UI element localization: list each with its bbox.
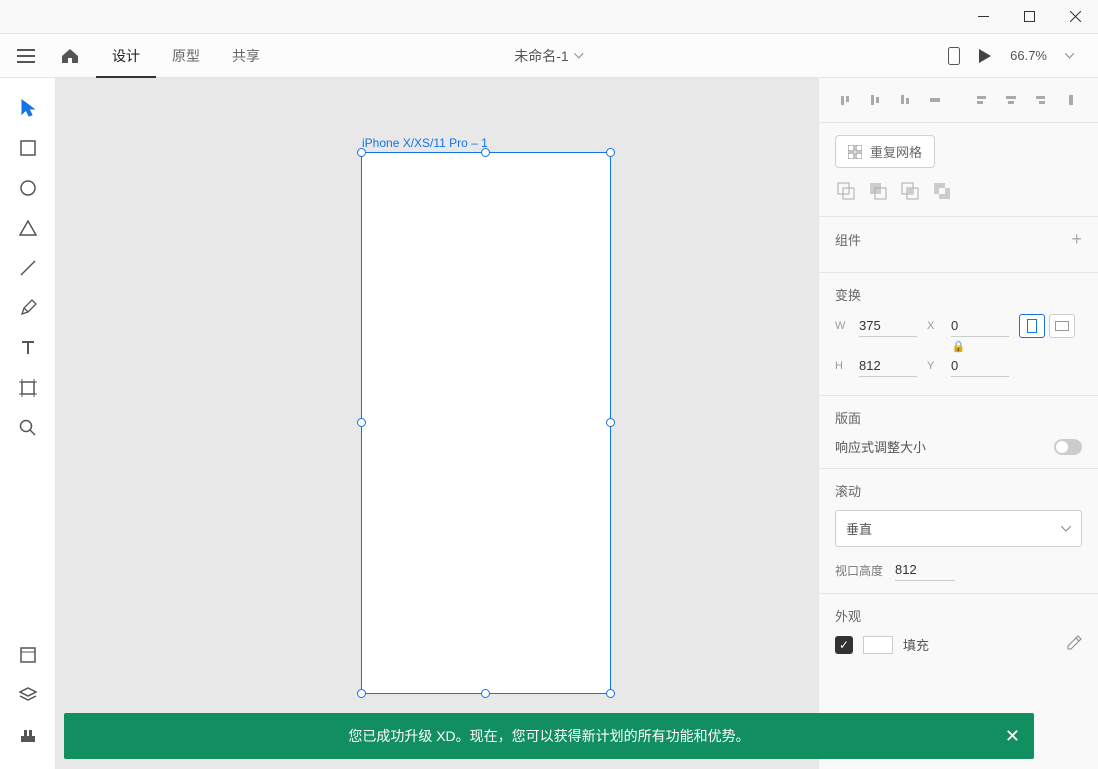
home-button[interactable] — [48, 34, 92, 78]
scroll-section: 滚动 垂直 视口高度 — [819, 468, 1098, 593]
y-label: Y — [927, 360, 941, 372]
polygon-tool[interactable] — [0, 208, 56, 248]
layout-section: 版面 响应式调整大小 — [819, 395, 1098, 468]
align-controls — [819, 78, 1098, 123]
height-input[interactable] — [859, 355, 917, 377]
resize-handle[interactable] — [606, 689, 615, 698]
responsive-label: 响应式调整大小 — [835, 437, 926, 456]
zoom-tool[interactable] — [0, 408, 56, 448]
plugins-panel-button[interactable] — [0, 715, 56, 755]
tools-sidebar — [0, 78, 56, 769]
tab-design[interactable]: 设计 — [96, 34, 156, 78]
ellipse-tool[interactable] — [0, 168, 56, 208]
boolean-ops — [819, 180, 1098, 216]
transform-section: 变换 W X 🔒 H Y — [819, 272, 1098, 395]
repeat-grid-label: 重复网格 — [870, 142, 922, 161]
fill-color-swatch[interactable] — [863, 636, 893, 654]
chevron-down-icon — [1061, 526, 1071, 532]
minimize-button[interactable] — [960, 0, 1006, 34]
eyedropper-button[interactable] — [1066, 635, 1082, 654]
viewport-height-input[interactable] — [895, 559, 955, 581]
component-section: 组件 + — [819, 216, 1098, 272]
align-vcenter-button[interactable] — [861, 86, 889, 114]
text-tool[interactable] — [0, 328, 56, 368]
component-header: 组件 — [835, 230, 861, 249]
portrait-button[interactable] — [1019, 314, 1045, 338]
properties-panel: 重复网格 组件 + 变换 W X — [818, 78, 1098, 769]
add-component-button[interactable]: + — [1071, 229, 1082, 250]
window-titlebar — [0, 0, 1098, 34]
align-bottom-button[interactable] — [891, 86, 919, 114]
viewport-height-label: 视口高度 — [835, 562, 883, 579]
width-label: W — [835, 320, 849, 332]
tab-prototype[interactable]: 原型 — [156, 34, 216, 78]
intersect-button[interactable] — [899, 180, 921, 202]
landscape-button[interactable] — [1049, 314, 1075, 338]
play-button[interactable] — [978, 48, 992, 64]
pen-tool[interactable] — [0, 288, 56, 328]
select-tool[interactable] — [0, 88, 56, 128]
resize-handle[interactable] — [357, 689, 366, 698]
grid-icon — [848, 145, 862, 159]
x-input[interactable] — [951, 315, 1009, 337]
y-input[interactable] — [951, 355, 1009, 377]
assets-panel-button[interactable] — [0, 635, 56, 675]
resize-handle[interactable] — [481, 689, 490, 698]
layout-header: 版面 — [835, 408, 861, 427]
resize-handle[interactable] — [606, 148, 615, 157]
canvas[interactable]: iPhone X/XS/11 Pro – 1 — [56, 78, 818, 769]
artboard-label[interactable]: iPhone X/XS/11 Pro – 1 — [362, 136, 488, 150]
transform-header: 变换 — [835, 285, 861, 304]
align-right-button[interactable] — [1027, 86, 1055, 114]
scroll-mode-select[interactable]: 垂直 — [835, 510, 1082, 547]
fill-checkbox[interactable]: ✓ — [835, 636, 853, 654]
mode-tabs: 设计 原型 共享 — [96, 34, 276, 78]
x-label: X — [927, 320, 941, 332]
align-top-button[interactable] — [831, 86, 859, 114]
rectangle-tool[interactable] — [0, 128, 56, 168]
artboard-tool[interactable] — [0, 368, 56, 408]
maximize-button[interactable] — [1006, 0, 1052, 34]
resize-handle[interactable] — [481, 148, 490, 157]
upgrade-notification: 您已成功升级 XD。现在，您可以获得新计划的所有功能和优势。 ✕ — [64, 713, 1034, 759]
close-button[interactable] — [1052, 0, 1098, 34]
document-title-text: 未命名-1 — [514, 46, 568, 66]
distribute-v-button[interactable] — [921, 86, 949, 114]
tab-share[interactable]: 共享 — [216, 34, 276, 78]
union-button[interactable] — [835, 180, 857, 202]
artboard[interactable] — [361, 152, 611, 694]
chevron-down-icon — [575, 53, 584, 59]
appearance-section: 外观 ✓ 填充 — [819, 593, 1098, 666]
height-label: H — [835, 360, 849, 372]
zoom-level[interactable]: 66.7% — [1010, 48, 1047, 63]
width-input[interactable] — [859, 315, 917, 337]
repeat-grid-button[interactable]: 重复网格 — [835, 135, 935, 168]
chevron-down-icon[interactable] — [1065, 53, 1074, 59]
resize-handle[interactable] — [606, 418, 615, 427]
top-bar: 设计 原型 共享 未命名-1 66.7% — [0, 34, 1098, 78]
responsive-toggle[interactable] — [1054, 439, 1082, 455]
device-preview-icon[interactable] — [948, 47, 960, 65]
document-title[interactable]: 未命名-1 — [514, 46, 583, 66]
scroll-header: 滚动 — [835, 481, 861, 500]
subtract-button[interactable] — [867, 180, 889, 202]
distribute-h-button[interactable] — [1057, 86, 1085, 114]
resize-handle[interactable] — [357, 418, 366, 427]
layers-panel-button[interactable] — [0, 675, 56, 715]
scroll-mode-value: 垂直 — [846, 519, 872, 538]
appearance-header: 外观 — [835, 606, 861, 625]
notification-message: 您已成功升级 XD。现在，您可以获得新计划的所有功能和优势。 — [348, 726, 749, 746]
exclude-button[interactable] — [931, 180, 953, 202]
fill-label: 填充 — [903, 635, 929, 654]
align-left-button[interactable] — [967, 86, 995, 114]
resize-handle[interactable] — [357, 148, 366, 157]
hamburger-menu-button[interactable] — [4, 34, 48, 78]
notification-close-button[interactable]: ✕ — [1005, 726, 1020, 747]
lock-aspect-icon[interactable]: 🔒 — [835, 340, 1082, 353]
home-icon — [61, 48, 79, 64]
align-hcenter-button[interactable] — [997, 86, 1025, 114]
hamburger-icon — [17, 49, 35, 63]
line-tool[interactable] — [0, 248, 56, 288]
